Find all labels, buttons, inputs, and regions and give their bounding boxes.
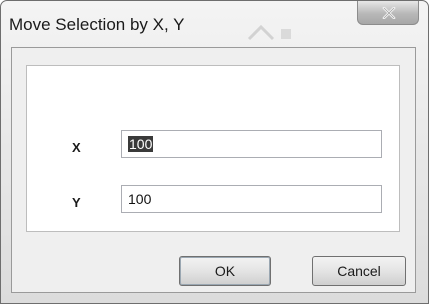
cancel-button[interactable]: Cancel	[312, 256, 406, 286]
title-bar[interactable]: Move Selection by X, Y	[1, 1, 428, 47]
dialog-title: Move Selection by X, Y	[9, 15, 185, 34]
background-ghost-icon	[247, 24, 291, 41]
x-input[interactable]: 100	[121, 130, 382, 158]
close-button[interactable]	[357, 1, 419, 25]
x-input-value: 100	[128, 136, 154, 152]
ok-button[interactable]: OK	[179, 256, 271, 286]
y-input-value: 100	[128, 191, 152, 207]
coordinates-panel: X 100 Y 100	[26, 65, 400, 232]
y-label: Y	[72, 195, 81, 210]
close-icon	[382, 7, 396, 19]
dialog-window: Move Selection by X, Y X 100 Y 100 OK Ca…	[0, 0, 429, 304]
y-input[interactable]: 100	[121, 185, 382, 213]
x-label: X	[72, 140, 81, 155]
